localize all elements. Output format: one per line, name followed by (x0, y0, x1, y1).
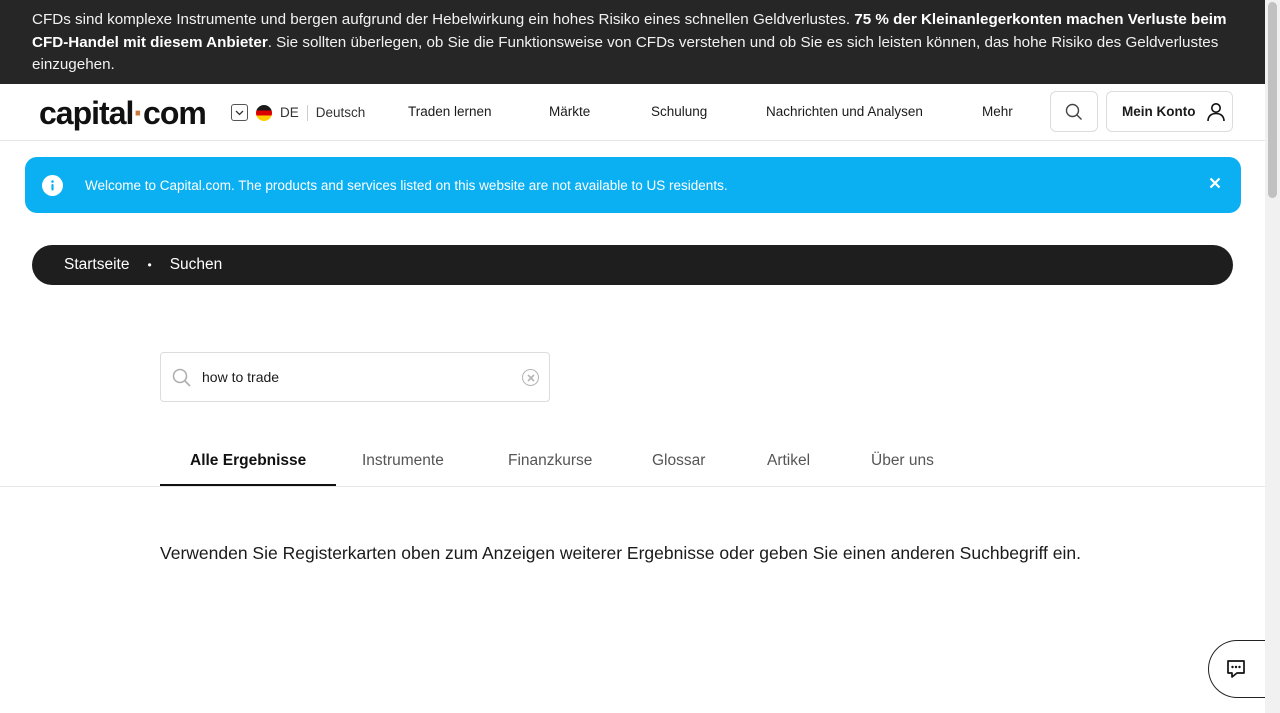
nav-mehr[interactable]: Mehr (982, 104, 1013, 119)
account-label: Mein Konto (1122, 104, 1196, 119)
capital-logo[interactable]: capital·com (39, 95, 207, 132)
nav-maerkte[interactable]: Märkte (549, 104, 590, 119)
search-field[interactable] (160, 352, 550, 402)
tab-ueber-uns[interactable]: Über uns (871, 452, 934, 486)
risk-warning-banner: CFDs sind komplexe Instrumente und berge… (0, 0, 1265, 84)
chevron-down-icon (231, 104, 248, 121)
tab-instrumente[interactable]: Instrumente (362, 452, 444, 486)
user-icon (1206, 102, 1225, 121)
search-icon (172, 368, 191, 387)
language-code: DE (280, 105, 299, 120)
info-icon (42, 174, 63, 196)
language-selector[interactable]: DE Deutsch (231, 104, 365, 121)
scrollbar-thumb[interactable] (1268, 2, 1277, 198)
my-account-button[interactable]: Mein Konto (1106, 91, 1233, 132)
empty-results-message: Verwenden Sie Registerkarten oben zum An… (160, 543, 1081, 563)
nav-nachrichten-und-analysen[interactable]: Nachrichten und Analysen (766, 104, 923, 119)
breadcrumb-separator: • (147, 258, 152, 272)
breadcrumb-home[interactable]: Startseite (64, 256, 129, 274)
chat-icon (1227, 660, 1245, 678)
page: CFDs sind komplexe Instrumente und berge… (0, 0, 1265, 713)
notice-message: Welcome to Capital.com. The products and… (85, 177, 728, 193)
site-header: capital·com DE Deutsch Traden lernen Mär… (0, 84, 1265, 141)
tab-finanzkurse[interactable]: Finanzkurse (508, 452, 592, 486)
breadcrumb-current: Suchen (169, 256, 223, 273)
search-icon (1065, 103, 1082, 120)
language-divider (306, 104, 308, 121)
tab-alle-ergebnisse[interactable]: Alle Ergebnisse (160, 452, 337, 486)
language-name: Deutsch (315, 105, 366, 120)
tab-artikel[interactable]: Artikel (767, 452, 810, 486)
scrollbar[interactable] (1265, 0, 1280, 713)
germany-flag-icon (256, 104, 272, 121)
nav-traden-lernen[interactable]: Traden lernen (408, 104, 492, 119)
close-icon[interactable] (1209, 176, 1221, 194)
chat-button[interactable] (1208, 640, 1265, 698)
clear-search-icon[interactable] (522, 369, 539, 386)
search-input[interactable] (202, 365, 502, 389)
tab-glossar[interactable]: Glossar (652, 452, 705, 486)
nav-schulung[interactable]: Schulung (651, 104, 707, 119)
us-residents-notice: Welcome to Capital.com. The products and… (25, 157, 1241, 213)
breadcrumb: Startseite • Suchen (32, 245, 1233, 285)
tabs-divider (0, 486, 1265, 487)
header-search-button[interactable] (1050, 91, 1098, 132)
risk-text: CFDs sind komplexe Instrumente und berge… (32, 11, 855, 28)
